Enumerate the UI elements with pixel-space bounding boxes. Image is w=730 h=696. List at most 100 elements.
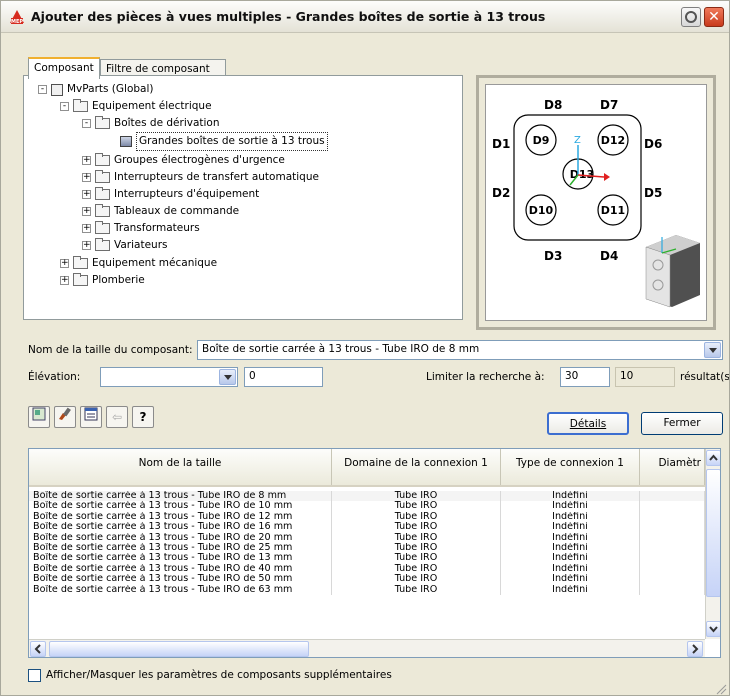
horizontal-scrollbar[interactable] <box>29 639 705 657</box>
table-cell: Indéfini <box>501 584 640 595</box>
table-cell <box>640 532 705 543</box>
expand-icon[interactable]: + <box>82 207 91 216</box>
collapse-icon[interactable]: - <box>60 102 69 111</box>
details-button[interactable]: Détails <box>547 412 629 435</box>
tree-item-groupes[interactable]: + Groupes électrogènes d'urgence <box>82 152 285 169</box>
folder-icon <box>73 273 88 286</box>
tree-item-plomberie[interactable]: + Plomberie <box>60 272 145 289</box>
limit-search-field[interactable]: 30 <box>560 367 610 387</box>
hole-d9: D9 <box>533 134 550 147</box>
expand-icon[interactable]: + <box>82 173 91 182</box>
table-cell: Boîte de sortie carrée à 13 trous - Tube… <box>29 511 332 523</box>
table-cell: Tube IRO <box>332 522 501 533</box>
chevron-down-icon[interactable] <box>219 369 236 385</box>
table-cell: Tube IRO <box>332 511 501 523</box>
table-row[interactable]: Boîte de sortie carrée à 13 trous - Tube… <box>29 491 705 502</box>
table-cell <box>640 522 705 533</box>
column-header-diametre[interactable]: Diamètr <box>640 449 705 485</box>
expand-icon[interactable]: + <box>60 276 69 285</box>
table-row[interactable]: Boîte de sortie carrée à 13 trous - Tube… <box>29 584 705 595</box>
collapse-icon[interactable]: - <box>82 119 91 128</box>
table-cell: Indéfini <box>501 522 640 533</box>
table-cell: Boîte de sortie carrée à 13 trous - Tube… <box>29 532 332 543</box>
table-cell: Tube IRO <box>332 563 501 575</box>
table-cell: Tube IRO <box>332 501 501 512</box>
folder-open-icon <box>95 116 110 129</box>
label-d3: D3 <box>544 249 562 263</box>
table-row[interactable]: Boîte de sortie carrée à 13 trous - Tube… <box>29 543 705 554</box>
help-title-button[interactable] <box>681 7 701 27</box>
tree-item-grandes-boites[interactable]: Grandes boîtes de sortie à 13 trous <box>120 132 328 151</box>
column-header-nom[interactable]: Nom de la taille <box>29 449 332 485</box>
table-cell: Indéfini <box>501 501 640 512</box>
expand-icon[interactable]: + <box>82 224 91 233</box>
tree-item-equipement-mecanique[interactable]: + Equipement mécanique <box>60 255 217 272</box>
scroll-down-button[interactable] <box>706 621 720 637</box>
tree-item-variateurs[interactable]: + Variateurs <box>82 237 168 254</box>
table-cell: Boîte de sortie carrée à 13 trous - Tube… <box>29 501 332 512</box>
expand-icon[interactable]: + <box>82 241 91 250</box>
table-row[interactable]: Boîte de sortie carrée à 13 trous - Tube… <box>29 563 705 575</box>
table-cell: Indéfini <box>501 543 640 554</box>
chevron-down-icon[interactable] <box>704 342 721 358</box>
table-cell <box>640 574 705 585</box>
table-cell: Tube IRO <box>332 532 501 543</box>
catalog-tool-button[interactable] <box>28 406 50 428</box>
tree-item-transformateurs[interactable]: + Transformateurs <box>82 220 200 237</box>
table-cell: Indéfini <box>501 511 640 523</box>
elevation-select[interactable] <box>100 367 238 387</box>
component-tree[interactable]: - MvParts (Global) - Equipement électriq… <box>23 75 463 320</box>
folder-icon <box>73 256 88 269</box>
size-name-select[interactable]: Boîte de sortie carrée à 13 trous - Tube… <box>197 340 723 360</box>
folder-icon <box>95 187 110 200</box>
tree-item-interrupteurs-transfert[interactable]: + Interrupteurs de transfert automatique <box>82 169 319 186</box>
label-d4: D4 <box>600 249 618 263</box>
table-row[interactable]: Boîte de sortie carrée à 13 trous - Tube… <box>29 532 705 543</box>
svg-text:MEP: MEP <box>11 19 23 25</box>
help-tool-button[interactable]: ? <box>132 406 154 428</box>
table-row[interactable]: Boîte de sortie carrée à 13 trous - Tube… <box>29 522 705 533</box>
scroll-right-button[interactable] <box>687 641 703 657</box>
undo-tool-button[interactable]: ⇦ <box>106 406 128 428</box>
column-header-type[interactable]: Type de connexion 1 <box>501 449 640 485</box>
paint-brush-tool-button[interactable] <box>54 406 76 428</box>
close-button[interactable]: Fermer <box>641 412 723 435</box>
table-row[interactable]: Boîte de sortie carrée à 13 trous - Tube… <box>29 511 705 523</box>
scroll-up-button[interactable] <box>706 450 720 466</box>
resize-grip-icon[interactable] <box>713 681 727 695</box>
table-cell: Boîte de sortie carrée à 13 trous - Tube… <box>29 522 332 533</box>
vertical-scroll-thumb[interactable] <box>706 469 720 597</box>
tree-item-equipement-electrique[interactable]: - Equipement électrique <box>60 98 212 115</box>
tree-item-tableaux[interactable]: + Tableaux de commande <box>82 203 239 220</box>
elevation-field[interactable]: 0 <box>244 367 323 387</box>
table-row[interactable]: Boîte de sortie carrée à 13 trous - Tube… <box>29 501 705 512</box>
table-cell: Boîte de sortie carrée à 13 trous - Tube… <box>29 553 332 564</box>
column-header-domaine[interactable]: Domaine de la connexion 1 <box>332 449 501 485</box>
table-row[interactable]: Boîte de sortie carrée à 13 trous - Tube… <box>29 553 705 564</box>
table-cell: Indéfini <box>501 491 640 502</box>
expand-icon[interactable]: + <box>60 259 69 268</box>
table-row[interactable]: Boîte de sortie carrée à 13 trous - Tube… <box>29 574 705 585</box>
tree-item-boites-derivation[interactable]: - Boîtes de dérivation <box>82 115 220 132</box>
tab-composant[interactable]: Composant <box>28 57 100 79</box>
expand-icon[interactable]: + <box>82 156 91 165</box>
collapse-icon[interactable]: - <box>38 85 47 94</box>
window-title: Ajouter des pièces à vues multiples - Gr… <box>31 9 546 24</box>
size-name-label: Nom de la taille du composant: <box>28 344 193 356</box>
close-window-button[interactable]: ✕ <box>704 7 724 27</box>
table-cell: Tube IRO <box>332 584 501 595</box>
table-cell: Tube IRO <box>332 574 501 585</box>
tree-item-mvparts[interactable]: - MvParts (Global) <box>38 81 154 98</box>
horizontal-scroll-thumb[interactable] <box>49 641 309 657</box>
mep-app-icon: MEP <box>10 10 24 25</box>
show-params-checkbox[interactable] <box>28 669 41 682</box>
scroll-left-button[interactable] <box>30 641 46 657</box>
tree-item-interrupteurs-equipement[interactable]: + Interrupteurs d'équipement <box>82 186 259 203</box>
vertical-scrollbar[interactable] <box>705 449 720 639</box>
expand-icon[interactable]: + <box>82 190 91 199</box>
label-d1: D1 <box>492 137 510 151</box>
properties-tool-button[interactable] <box>80 406 102 428</box>
limit-search-label: Limiter la recherche à: <box>426 371 545 383</box>
size-table[interactable]: Nom de la taille Domaine de la connexion… <box>28 448 721 658</box>
chevron-left-icon <box>34 644 41 654</box>
